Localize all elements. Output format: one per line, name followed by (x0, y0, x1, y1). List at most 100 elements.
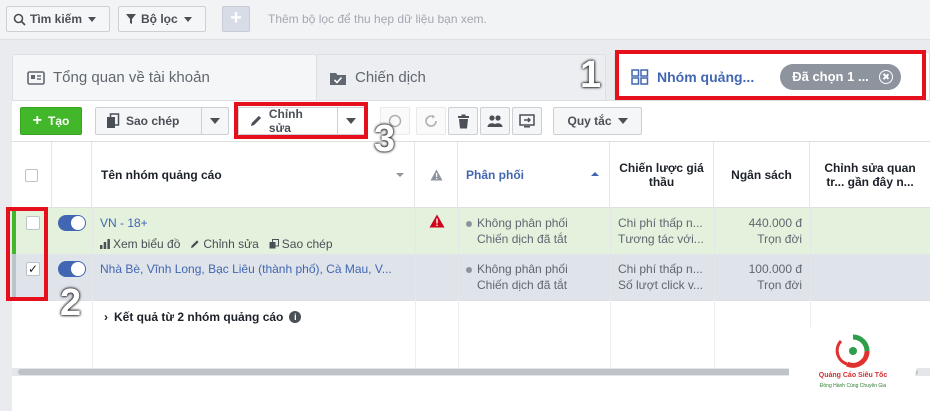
divider (415, 254, 416, 300)
scroll-thumb[interactable] (18, 369, 918, 375)
toolbar: + Tạo Sao chép Chỉnh sửa Quy tắc (12, 100, 930, 142)
row-toggle[interactable] (58, 261, 86, 277)
view-chart-action[interactable]: Xem biểu đồ (100, 236, 180, 252)
tab-account-overview[interactable]: Tổng quan về tài khoản (12, 54, 317, 100)
chevron-down-icon (183, 16, 192, 22)
copy-dropdown[interactable] (202, 108, 228, 134)
col-name[interactable]: Tên nhóm quảng cáo (92, 142, 415, 208)
view-chart-label: Xem biểu đồ (113, 237, 181, 251)
tab-account-label: Tổng quan về tài khoản (53, 69, 210, 86)
row-actions: Xem biểu đồ Chỉnh sửa Sao chép (100, 236, 407, 252)
divider (92, 300, 93, 368)
row-bid-cell: Chi phí thấp n... Tương tác với... (610, 208, 714, 254)
status-dot (466, 267, 472, 273)
select-all-checkbox[interactable] (25, 168, 38, 182)
edit-action[interactable]: Chỉnh sửa (190, 236, 259, 252)
row-delivery-cell: Không phân phối Chiến dịch đã tắt (458, 254, 610, 300)
logo-swirl-icon (835, 334, 870, 368)
bid-goal: Số lượt click v... (618, 278, 704, 292)
copy-icon (107, 113, 120, 128)
filter-label: Bộ lọc (141, 12, 178, 26)
warning-icon (430, 169, 442, 181)
row-budget-cell: 100.000 đ Trọn đời (714, 254, 810, 300)
col-recent-edit[interactable]: Chỉnh sửa quan tr... gần đây n... (810, 142, 930, 208)
add-filter-button[interactable]: + (222, 6, 250, 32)
budget-type: Trọn đời (757, 278, 802, 292)
table-row[interactable]: VN - 18+ Xem biểu đồ Chỉnh sửa Sao chép (12, 208, 930, 254)
error-icon[interactable] (429, 214, 445, 228)
bid-strategy: Chi phí thấp n... (618, 216, 703, 230)
chevron-down-icon (396, 173, 404, 177)
row-name-link[interactable]: VN - 18+ (100, 215, 407, 231)
filter-button[interactable]: Bộ lọc (118, 6, 206, 32)
table-header: Tên nhóm quảng cáo Phân phối Chiến lược … (12, 142, 930, 208)
divider (610, 300, 611, 368)
toggle-header (52, 142, 92, 208)
col-delivery[interactable]: Phân phối (458, 142, 610, 208)
bar-chart-icon (100, 239, 110, 249)
budget-value: 100.000 đ (748, 262, 802, 276)
status-dot (466, 221, 472, 227)
tab-campaigns-label: Chiến dịch (355, 69, 426, 86)
highlight-box-adsets-tab (615, 50, 926, 100)
trash-icon (457, 114, 469, 128)
row-name-cell: VN - 18+ Xem biểu đồ Chỉnh sửa Sao chép (92, 208, 415, 254)
copy-action[interactable]: Sao chép (269, 236, 333, 252)
col-bid-strategy[interactable]: Chiến lược giá thầu (610, 142, 714, 208)
divider (714, 300, 715, 368)
watermark-logo: Quảng Cáo Siêu Tốc Đồng Hành Cùng Chuyên… (792, 325, 914, 405)
chevron-down-icon (210, 118, 221, 124)
preview-icon (519, 114, 535, 128)
summary-row[interactable]: › Kết quả từ 2 nhóm quảng cáo i (12, 300, 930, 340)
audience-button[interactable] (480, 107, 510, 135)
preview-button[interactable] (512, 107, 542, 135)
copy-split-button: Sao chép (95, 107, 229, 135)
select-all-cell (12, 142, 52, 208)
row-toggle[interactable] (58, 215, 86, 231)
row-warning-cell (415, 208, 458, 254)
col-budget[interactable]: Ngân sách (714, 142, 810, 208)
divider (810, 254, 811, 300)
search-button[interactable]: Tìm kiếm (6, 6, 110, 32)
divider (810, 208, 811, 254)
filter-hint: Thêm bộ lọc để thu hẹp dữ liệu bạn xem. (268, 12, 487, 26)
logo-tagline: Đồng Hành Cùng Chuyên Gia (819, 383, 887, 389)
highlight-box-checkboxes (6, 207, 48, 301)
table-row[interactable]: ✓ Nhà Bè, Vĩnh Long, Bạc Liêu (thành phố… (12, 254, 930, 300)
tab-campaigns[interactable]: Chiến dịch (316, 54, 606, 100)
bid-goal: Tương tác với... (618, 232, 704, 246)
budget-type: Trọn đời (757, 232, 802, 246)
col-name-label: Tên nhóm quảng cáo (101, 168, 222, 182)
refresh-button[interactable] (416, 107, 446, 135)
col-bid-strategy-label: Chiến lược giá thầu (619, 161, 704, 189)
sort-up-icon (591, 172, 599, 176)
budget-value: 440.000 đ (748, 216, 802, 230)
search-label: Tìm kiếm (30, 12, 83, 26)
step-marker-3: 3 (374, 118, 396, 160)
bid-strategy: Chi phí thấp n... (618, 262, 703, 276)
refresh-icon (425, 114, 437, 127)
chevron-down-icon (88, 16, 97, 22)
copy-label: Sao chép (126, 114, 180, 128)
copy-button[interactable]: Sao chép (96, 108, 203, 134)
delivery-sub: Chiến dịch đã tắt (477, 232, 568, 246)
row-name-cell: Nhà Bè, Vĩnh Long, Bạc Liêu (thành phố),… (92, 254, 415, 300)
create-button[interactable]: + Tạo (20, 107, 82, 135)
delete-button[interactable] (448, 107, 478, 135)
chevron-right-icon[interactable]: › (104, 310, 108, 324)
info-icon[interactable]: i (289, 311, 302, 323)
row-delivery-cell: Không phân phối Chiến dịch đã tắt (458, 208, 610, 254)
filter-bar: Tìm kiếm Bộ lọc + Thêm bộ lọc để thu hẹp… (0, 0, 930, 40)
row-bid-cell: Chi phí thấp n... Số lượt click v... (610, 254, 714, 300)
row-name-link[interactable]: Nhà Bè, Vĩnh Long, Bạc Liêu (thành phố),… (100, 261, 407, 277)
col-delivery-label: Phân phối (466, 168, 524, 182)
copy-action-label: Sao chép (281, 237, 333, 251)
rules-button[interactable]: Quy tắc (553, 107, 642, 135)
pencil-icon (191, 240, 199, 248)
create-label: Tạo (48, 114, 70, 128)
edit-action-label: Chỉnh sửa (203, 237, 259, 251)
copy-icon (269, 239, 279, 249)
chevron-down-icon (617, 118, 628, 124)
col-warning[interactable] (415, 142, 458, 208)
col-recent-edit-label: Chỉnh sửa quan tr... gần đây n... (824, 161, 916, 189)
